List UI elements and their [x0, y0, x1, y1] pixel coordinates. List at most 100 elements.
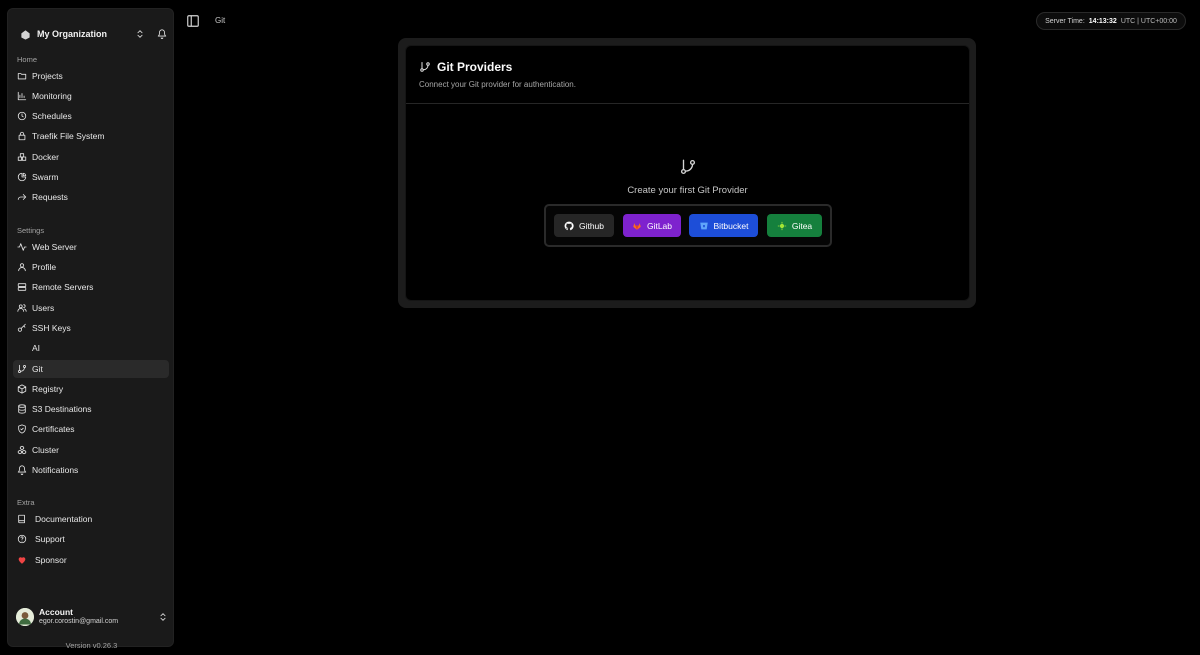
- sidebar-item-label: SSH Keys: [32, 323, 71, 333]
- empty-state-text: Create your first Git Provider: [627, 185, 748, 196]
- gitlab-button[interactable]: GitLab: [623, 214, 681, 237]
- sidebar-item-monitoring[interactable]: Monitoring: [13, 87, 169, 105]
- github-button[interactable]: Github: [554, 214, 614, 237]
- gitlab-icon: [632, 221, 642, 231]
- sidebar-item-certificates[interactable]: Certificates: [13, 420, 169, 438]
- divider: [406, 103, 969, 104]
- settings-section-label: Settings: [17, 226, 45, 235]
- sidebar-item-traefik[interactable]: Traefik File System: [13, 127, 169, 145]
- bell-icon: [17, 465, 27, 475]
- help-circle-icon: [17, 534, 27, 544]
- chart-icon: [17, 91, 27, 101]
- git-branch-icon: [419, 61, 431, 73]
- sidebar-item-profile[interactable]: Profile: [13, 258, 169, 276]
- account-email: egor.corostin@gmail.com: [39, 617, 119, 625]
- organization-logo-icon: [19, 28, 31, 40]
- organization-name: My Organization: [37, 29, 108, 39]
- sidebar-item-label: Schedules: [32, 111, 72, 121]
- sidebar-item-requests[interactable]: Requests: [13, 188, 169, 206]
- forward-icon: [17, 192, 27, 202]
- user-icon: [17, 262, 27, 272]
- sidebar-item-cluster[interactable]: Cluster: [13, 441, 169, 459]
- package-icon: [17, 384, 27, 394]
- bitbucket-icon: [699, 221, 709, 231]
- bitbucket-button[interactable]: Bitbucket: [689, 214, 758, 237]
- card-description: Connect your Git provider for authentica…: [419, 80, 576, 89]
- book-icon: [17, 514, 27, 524]
- notification-bell-icon[interactable]: [156, 28, 168, 40]
- users-icon: [17, 303, 27, 313]
- sidebar-item-label: Git: [32, 364, 43, 374]
- sidebar-item-support[interactable]: Support: [13, 530, 169, 548]
- card-title: Git Providers: [419, 60, 512, 74]
- sidebar-item-label: Requests: [32, 192, 68, 202]
- git-branch-icon: [679, 158, 697, 176]
- shield-icon: [17, 424, 27, 434]
- gitlab-label: GitLab: [646, 220, 673, 231]
- sidebar-item-ai[interactable]: AI: [13, 339, 169, 357]
- sidebar-item-label: Remote Servers: [32, 282, 94, 292]
- database-icon: [17, 404, 27, 414]
- activity-icon: [17, 242, 27, 252]
- folder-icon: [17, 71, 27, 81]
- sidebar-item-label: Sponsor: [35, 555, 67, 565]
- sidebar-item-label: Swarm: [32, 172, 59, 182]
- app-version: Version v0.26.3: [65, 641, 118, 650]
- sidebar-item-label: Users: [32, 303, 55, 313]
- breadcrumb[interactable]: Git: [215, 16, 225, 25]
- sidebar-item-git[interactable]: Git: [13, 360, 169, 378]
- github-icon: [564, 221, 574, 231]
- git-providers-card: Git Providers Connect your Git provider …: [405, 45, 970, 301]
- sidebar-item-label: Cluster: [32, 445, 59, 455]
- key-icon: [17, 323, 27, 333]
- sidebar-item-label: Docker: [32, 152, 59, 162]
- sidebar-item-remote-servers[interactable]: Remote Servers: [13, 278, 169, 296]
- sidebar-item-notifications[interactable]: Notifications: [13, 461, 169, 479]
- sidebar-item-web-server[interactable]: Web Server: [13, 238, 169, 256]
- sidebar-item-docker[interactable]: Docker: [13, 148, 169, 166]
- account-name: Account: [39, 607, 73, 618]
- provider-button-group: Github GitLab Bitbucket Gitea: [544, 204, 832, 247]
- sidebar-item-sponsor[interactable]: Sponsor: [13, 551, 169, 569]
- boxes-icon: [17, 152, 27, 162]
- sidebar-toggle-icon[interactable]: [186, 14, 200, 28]
- sidebar-item-label: Support: [35, 534, 65, 544]
- sidebar: My Organization Home Projects Monitoring…: [7, 8, 174, 650]
- gitea-icon: [777, 221, 787, 231]
- file-lock-icon: [17, 131, 27, 141]
- pie-icon: [17, 172, 27, 182]
- home-section-label: Home: [17, 55, 38, 64]
- server-time-badge: Server Time: 14:13:32 UTC | UTC+00:00: [1036, 12, 1186, 30]
- sidebar-item-label: Certificates: [32, 424, 75, 434]
- sidebar-item-registry[interactable]: Registry: [13, 380, 169, 398]
- sidebar-item-users[interactable]: Users: [13, 299, 169, 317]
- sidebar-item-s3-destinations[interactable]: S3 Destinations: [13, 400, 169, 418]
- sidebar-item-swarm[interactable]: Swarm: [13, 168, 169, 186]
- organization-switcher[interactable]: My Organization: [16, 19, 168, 49]
- sidebar-item-label: Documentation: [35, 514, 93, 524]
- sidebar-item-schedules[interactable]: Schedules: [13, 107, 169, 125]
- sidebar-item-label: Monitoring: [32, 91, 72, 101]
- sidebar-item-label: Traefik File System: [32, 131, 105, 141]
- gitea-button[interactable]: Gitea: [767, 214, 822, 237]
- boxes-icon: [17, 445, 27, 455]
- sidebar-item-ssh-keys[interactable]: SSH Keys: [13, 319, 169, 337]
- sidebar-item-projects[interactable]: Projects: [13, 67, 169, 85]
- server-icon: [17, 282, 27, 292]
- heart-icon: [17, 555, 27, 565]
- sparkle-icon: [17, 343, 27, 353]
- chevron-updown-icon[interactable]: [158, 612, 168, 622]
- sidebar-item-label: Notifications: [32, 465, 79, 475]
- chevron-updown-icon[interactable]: [134, 28, 146, 40]
- bitbucket-label: Bitbucket: [713, 220, 749, 231]
- sidebar-item-label: Profile: [32, 262, 57, 272]
- account-menu[interactable]: Account egor.corostin@gmail.com: [16, 604, 168, 630]
- server-time-value: 14:13:32: [1088, 17, 1117, 25]
- server-time-label: Server Time:: [1045, 17, 1085, 25]
- sidebar-item-label: S3 Destinations: [32, 404, 92, 414]
- sidebar-item-label: Projects: [32, 71, 63, 81]
- gitea-label: Gitea: [791, 220, 813, 231]
- sidebar-item-documentation[interactable]: Documentation: [13, 510, 169, 528]
- clock-icon: [17, 111, 27, 121]
- card-title-text: Git Providers: [437, 60, 513, 74]
